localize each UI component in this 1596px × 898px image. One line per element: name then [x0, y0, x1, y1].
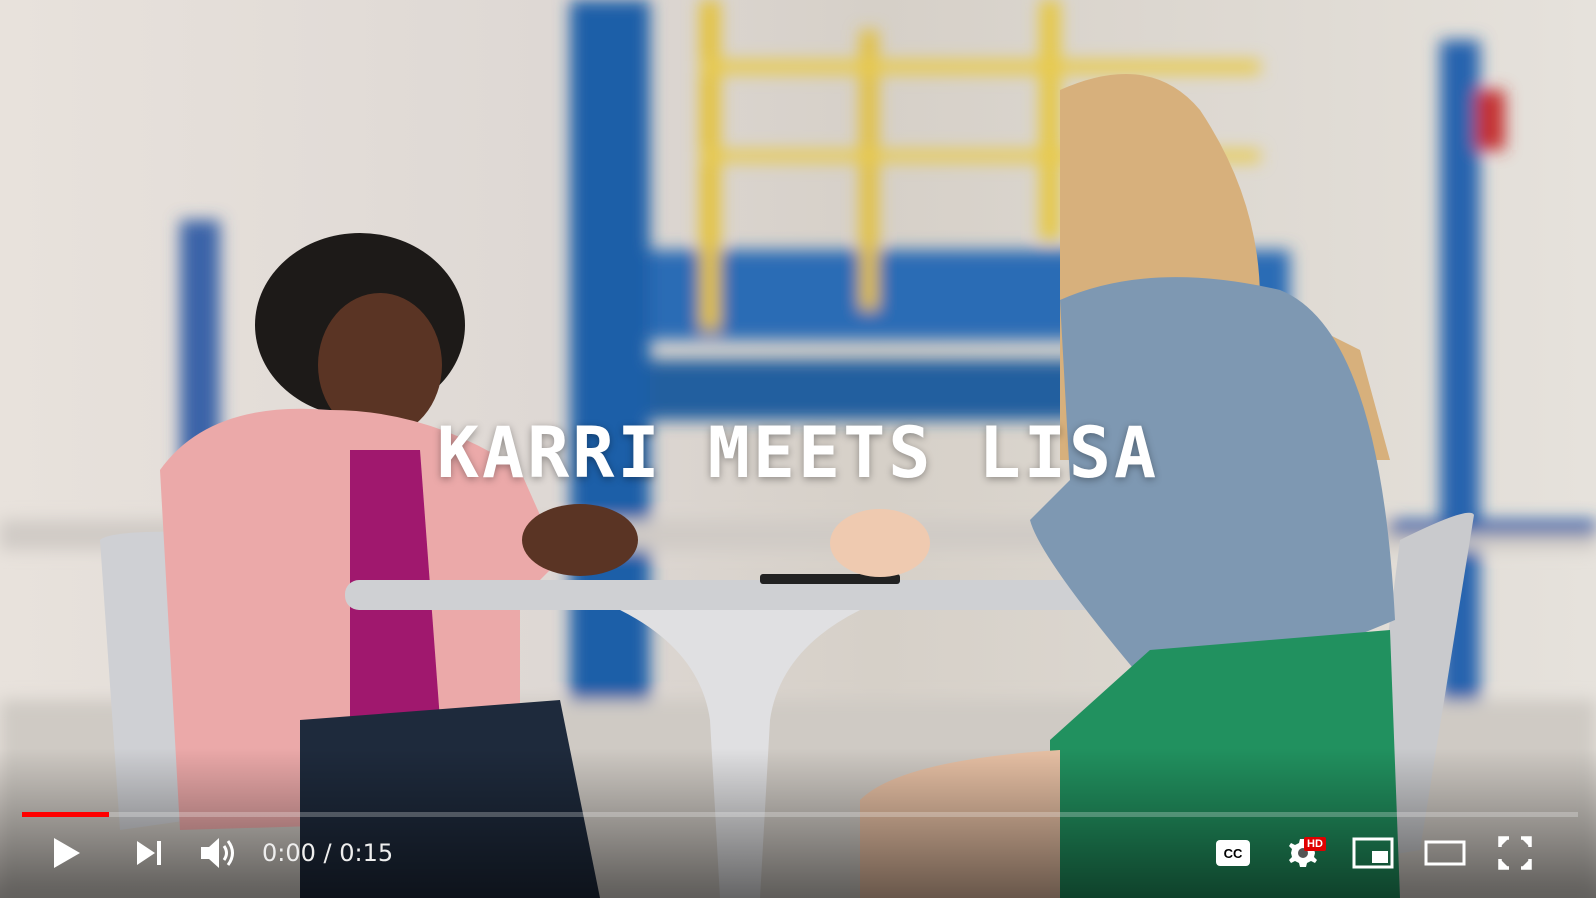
- settings-button[interactable]: [1278, 826, 1328, 880]
- theater-mode-icon: [1424, 840, 1466, 866]
- duration: 0:15: [339, 839, 394, 867]
- player-controls: 0:00 / 0:15 CC: [0, 826, 1596, 880]
- progress-bar[interactable]: [22, 812, 1578, 817]
- svg-text:CC: CC: [1224, 846, 1243, 861]
- captions-button[interactable]: CC: [1208, 826, 1258, 880]
- video-player[interactable]: KARRI MEETS LISA 0:00 / 0:15 CC HD: [0, 0, 1596, 898]
- miniplayer-icon: [1352, 837, 1394, 869]
- play-button[interactable]: [42, 826, 92, 880]
- time-separator: /: [315, 839, 340, 867]
- volume-icon: [201, 838, 234, 868]
- play-icon: [54, 838, 80, 868]
- next-icon: [137, 841, 161, 865]
- video-title-overlay: KARRI MEETS LISA: [436, 412, 1160, 494]
- progress-played: [22, 812, 110, 817]
- mute-button[interactable]: [194, 826, 244, 880]
- miniplayer-button[interactable]: [1348, 826, 1398, 880]
- captions-icon: CC: [1216, 840, 1250, 866]
- next-button[interactable]: [124, 826, 174, 880]
- hd-badge: HD: [1304, 837, 1326, 851]
- theater-mode-button[interactable]: [1420, 826, 1470, 880]
- time-display: 0:00 / 0:15: [262, 826, 393, 880]
- fullscreen-button[interactable]: [1490, 826, 1540, 880]
- current-time: 0:00: [262, 839, 316, 867]
- fullscreen-icon: [1498, 836, 1532, 870]
